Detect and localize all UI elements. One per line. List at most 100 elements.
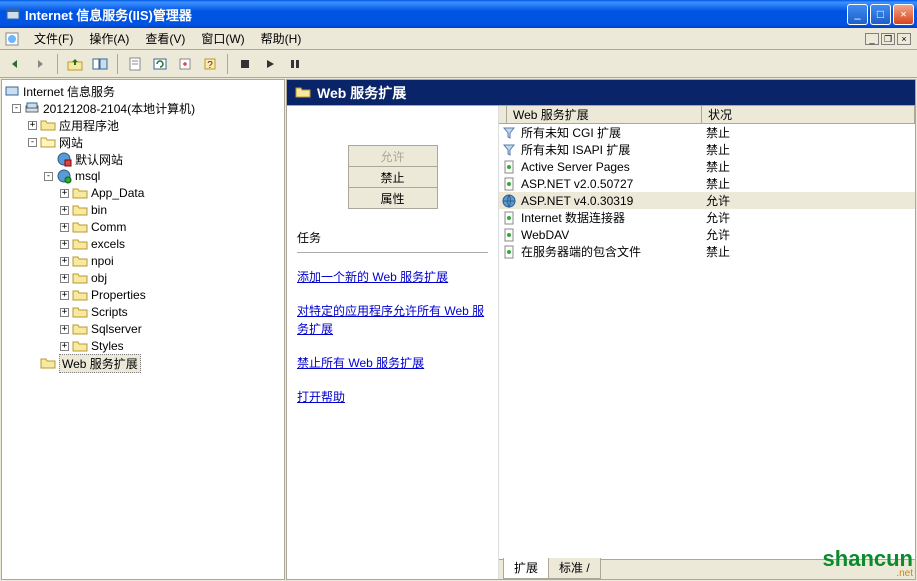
tree-folder[interactable]: +App_Data xyxy=(4,185,282,201)
list-header: Web 服务扩展 状况 xyxy=(499,106,915,124)
tree-folder[interactable]: + npoi xyxy=(4,253,282,269)
row-status: 禁止 xyxy=(702,158,915,175)
tasks-heading: 任务 xyxy=(297,229,488,246)
site-stopped-icon xyxy=(56,151,72,167)
export-button[interactable] xyxy=(174,53,196,75)
expand-icon[interactable]: + xyxy=(60,223,69,232)
right-panel: Web 服务扩展 允许 禁止 属性 任务 添加一个新的 Web 服务扩展 对特定… xyxy=(286,79,916,580)
menu-action[interactable]: 操作(A) xyxy=(81,28,137,49)
maximize-button[interactable]: □ xyxy=(870,4,891,25)
properties-button[interactable]: 属性 xyxy=(348,187,438,209)
stop-button[interactable] xyxy=(234,53,256,75)
collapse-icon[interactable]: - xyxy=(44,172,53,181)
menubar: 文件(F) 操作(A) 查看(V) 窗口(W) 帮助(H) _ ❐ × xyxy=(0,28,917,50)
tab-ext[interactable]: 扩展 xyxy=(503,558,549,579)
menu-file[interactable]: 文件(F) xyxy=(26,28,81,49)
tree-server[interactable]: - 20121208-2104(本地计算机) xyxy=(4,100,282,116)
tree-folder[interactable]: + Comm xyxy=(4,219,282,235)
row-name: WebDAV xyxy=(521,228,569,242)
list-row[interactable]: ASP.NET v2.0.50727禁止 xyxy=(499,175,915,192)
play-button[interactable] xyxy=(259,53,281,75)
list-row[interactable]: ASP.NET v4.0.30319允许 xyxy=(499,192,915,209)
tree-label: msql xyxy=(75,169,100,183)
tree-apppool[interactable]: + 应用程序池 xyxy=(4,117,282,133)
task-help-link[interactable]: 打开帮助 xyxy=(297,388,488,406)
tree-label: Web 服务扩展 xyxy=(59,354,141,373)
menu-help[interactable]: 帮助(H) xyxy=(253,28,310,49)
allow-button[interactable]: 允许 xyxy=(348,145,438,167)
expand-icon[interactable]: + xyxy=(60,189,69,198)
forward-button[interactable] xyxy=(29,53,51,75)
filter-icon xyxy=(501,125,517,141)
folder-icon xyxy=(72,304,88,320)
deny-button[interactable]: 禁止 xyxy=(348,166,438,188)
tree-webext[interactable]: Web 服务扩展 xyxy=(4,355,282,371)
refresh-button[interactable] xyxy=(149,53,171,75)
row-name: 所有未知 CGI 扩展 xyxy=(521,124,621,141)
show-hide-button[interactable] xyxy=(89,53,111,75)
row-name: ASP.NET v4.0.30319 xyxy=(521,194,633,208)
expand-icon[interactable]: + xyxy=(60,342,69,351)
tree-folder[interactable]: +Sqlserver xyxy=(4,321,282,337)
tree-websites[interactable]: - 网站 xyxy=(4,134,282,150)
tree-label: Properties xyxy=(91,288,146,302)
tree-folder[interactable]: +Styles xyxy=(4,338,282,354)
task-allow-app-link[interactable]: 对特定的应用程序允许所有 Web 服务扩展 xyxy=(297,302,488,338)
pause-button[interactable] xyxy=(284,53,306,75)
collapse-icon[interactable]: - xyxy=(28,138,37,147)
row-name: 在服务器端的包含文件 xyxy=(521,243,641,260)
folder-icon xyxy=(295,85,311,101)
tree-folder[interactable]: + obj xyxy=(4,270,282,286)
tree-folder[interactable]: +excels xyxy=(4,236,282,252)
column-name[interactable]: Web 服务扩展 xyxy=(507,106,702,123)
up-button[interactable] xyxy=(64,53,86,75)
properties-button[interactable] xyxy=(124,53,146,75)
expand-icon[interactable]: + xyxy=(60,240,69,249)
list-row[interactable]: Active Server Pages禁止 xyxy=(499,158,915,175)
tab-std[interactable]: 标准 / xyxy=(548,558,601,579)
expand-icon[interactable]: + xyxy=(60,274,69,283)
minimize-button[interactable]: _ xyxy=(847,4,868,25)
task-add-link[interactable]: 添加一个新的 Web 服务扩展 xyxy=(297,268,488,286)
expand-icon[interactable]: + xyxy=(60,291,69,300)
list-row[interactable]: WebDAV允许 xyxy=(499,226,915,243)
expand-icon[interactable]: + xyxy=(60,206,69,215)
tree-msql[interactable]: - msql xyxy=(4,168,282,184)
expand-icon[interactable]: + xyxy=(60,308,69,317)
list-row[interactable]: 在服务器端的包含文件禁止 xyxy=(499,243,915,260)
tree-panel[interactable]: Internet 信息服务 - 20121208-2104(本地计算机) + 应… xyxy=(1,79,285,580)
list-body[interactable]: 所有未知 CGI 扩展禁止所有未知 ISAPI 扩展禁止Active Serve… xyxy=(499,124,915,559)
row-name: 所有未知 ISAPI 扩展 xyxy=(521,141,630,158)
mdi-close[interactable]: × xyxy=(897,33,911,45)
tree-label: obj xyxy=(91,271,107,285)
app-icon xyxy=(5,6,21,22)
tree-label: Comm xyxy=(91,220,126,234)
menu-window[interactable]: 窗口(W) xyxy=(193,28,252,49)
expand-icon[interactable]: + xyxy=(60,257,69,266)
column-status[interactable]: 状况 xyxy=(702,106,915,123)
mdi-restore[interactable]: ❐ xyxy=(881,33,895,45)
tree-folder[interactable]: +bin xyxy=(4,202,282,218)
folder-icon xyxy=(40,117,56,133)
collapse-icon[interactable]: - xyxy=(12,104,21,113)
list-row[interactable]: 所有未知 CGI 扩展禁止 xyxy=(499,124,915,141)
expand-icon[interactable]: + xyxy=(60,325,69,334)
panel-title: Web 服务扩展 xyxy=(317,83,406,103)
help-button[interactable]: ? xyxy=(199,53,221,75)
tree-root[interactable]: Internet 信息服务 xyxy=(4,83,282,99)
list-row[interactable]: 所有未知 ISAPI 扩展禁止 xyxy=(499,141,915,158)
mdi-minimize[interactable]: _ xyxy=(865,33,879,45)
content: Internet 信息服务 - 20121208-2104(本地计算机) + 应… xyxy=(0,78,917,581)
task-deny-all-link[interactable]: 禁止所有 Web 服务扩展 xyxy=(297,354,488,372)
globe-icon xyxy=(501,193,517,209)
expand-icon[interactable]: + xyxy=(28,121,37,130)
tree-folder[interactable]: +Scripts xyxy=(4,304,282,320)
back-button[interactable] xyxy=(4,53,26,75)
list-row[interactable]: Internet 数据连接器允许 xyxy=(499,209,915,226)
close-button[interactable]: × xyxy=(893,4,914,25)
tree-label: npoi xyxy=(91,254,114,268)
tree-default-site[interactable]: 默认网站 xyxy=(4,151,282,167)
column-handle[interactable] xyxy=(499,106,507,123)
menu-view[interactable]: 查看(V) xyxy=(137,28,193,49)
tree-folder[interactable]: + Properties xyxy=(4,287,282,303)
